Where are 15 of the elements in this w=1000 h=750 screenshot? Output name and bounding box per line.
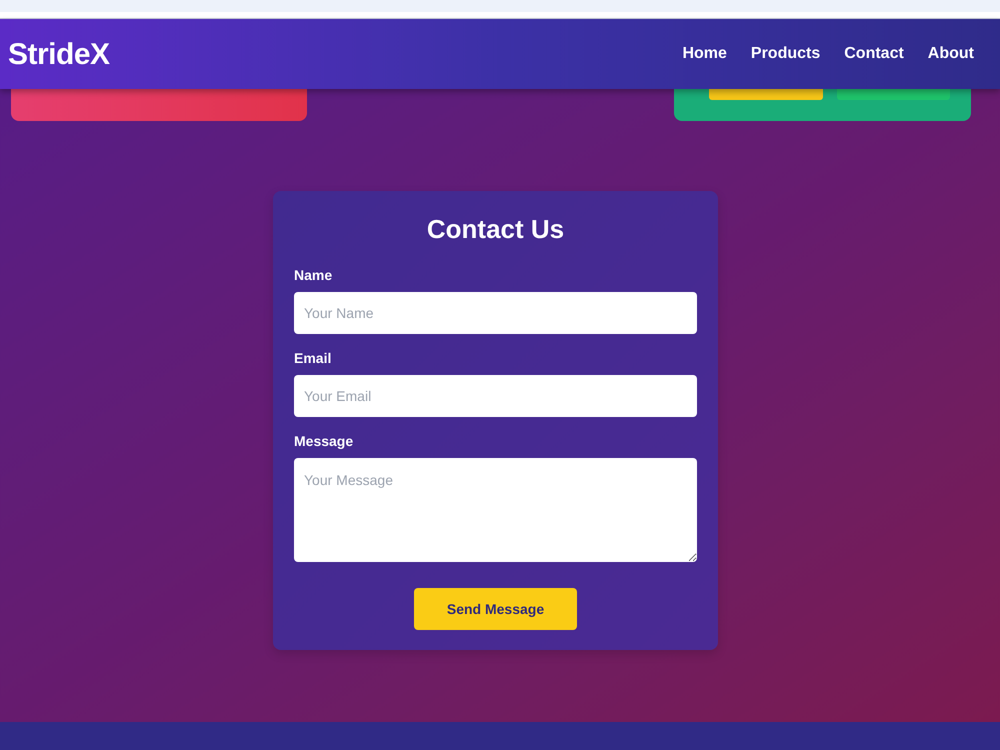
field-label: Name [294,266,334,285]
nav-link[interactable]: Home [682,42,727,66]
nav-link[interactable]: Products [750,42,820,66]
text-input[interactable]: Your Email [294,375,697,417]
card-button[interactable] [837,89,950,100]
send-message-button[interactable]: Send Message [414,588,577,630]
field-label: Message [294,432,354,451]
form-title: Contact Us [426,213,566,246]
nav-link[interactable]: Contact [844,42,904,66]
brand-logo[interactable]: StrideX [8,32,110,76]
text-input[interactable]: Your Name [294,292,697,334]
message-textarea[interactable]: Your Message [294,458,697,562]
field-label: Email [294,349,332,368]
card-button[interactable] [709,89,823,100]
nav-link[interactable]: About [928,42,974,66]
